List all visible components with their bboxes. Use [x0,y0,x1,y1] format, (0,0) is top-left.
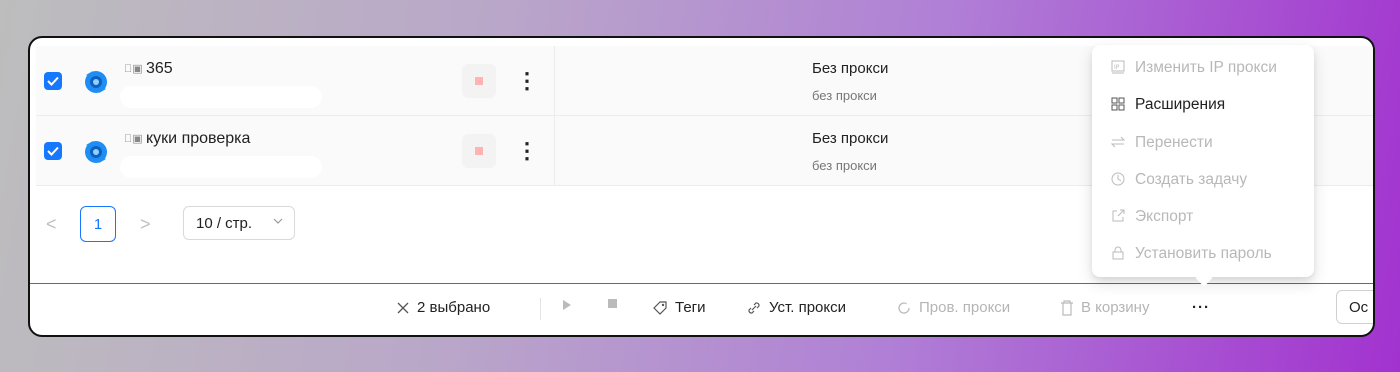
check-proxy-label: Пров. прокси [919,299,1011,316]
profile-note-field [120,86,322,108]
more-vertical-icon[interactable]: ⋮ [516,136,538,166]
menu-item-create-task[interactable]: Создать задачу [1110,171,1247,189]
profile-note-field [120,156,322,178]
profile-name: куки проверка [146,130,251,147]
stop-button[interactable] [462,134,496,168]
column-divider [554,46,555,115]
clear-selection-button[interactable]: 2 выбрано [396,299,490,316]
apple-icon: ▣ [124,63,143,75]
trash-button[interactable]: В корзину [1060,299,1149,316]
proxy-subtitle: без прокси [812,158,877,173]
ip-icon: IP [1110,60,1126,77]
selected-count: 2 выбрано [417,299,491,316]
close-icon [397,302,409,313]
proxy-title: Без прокси [812,130,889,147]
trash-label: В корзину [1081,299,1150,316]
toolbar-separator [540,298,541,320]
chevron-down-icon [273,218,283,224]
more-horizontal-icon[interactable]: ··· [1192,299,1210,316]
stop-all-button[interactable] [608,299,617,308]
stop-icon [608,299,617,308]
browser-icon [82,68,110,96]
proxy-title: Без прокси [812,60,889,77]
profile-name: 365 [146,60,173,77]
check-proxy-button[interactable]: Пров. прокси [896,299,1010,316]
page-size-select[interactable]: 10 / стр. [183,206,295,240]
grid-icon [1110,97,1126,114]
svg-text:IP: IP [1114,64,1120,71]
stop-icon [475,147,483,155]
menu-item-change-ip[interactable]: IP Изменить IP прокси [1110,59,1277,77]
browser-icon [82,138,110,166]
menu-item-transfer[interactable]: Перенести [1110,134,1213,152]
link-icon [748,301,760,314]
set-proxy-label: Уст. прокси [769,299,846,316]
next-page-button[interactable]: > [140,214,151,235]
proxy-subtitle: без прокси [812,88,877,103]
start-button[interactable] [562,299,572,311]
clock-icon [1110,172,1126,189]
menu-item-label: Экспорт [1135,208,1194,225]
row-checkbox[interactable] [44,142,62,160]
menu-item-label: Расширения [1135,96,1226,113]
prev-page-button[interactable]: < [46,214,57,235]
stop-button[interactable] [462,64,496,98]
tags-label: Теги [675,299,706,316]
set-proxy-button[interactable]: Уст. прокси [746,299,846,316]
menu-item-set-password[interactable]: Установить пароль [1110,245,1272,263]
tag-icon [653,300,667,315]
refresh-icon [898,301,910,314]
menu-item-label: Перенести [1135,134,1213,151]
column-divider [554,116,555,185]
trash-icon [1061,299,1073,316]
more-actions-menu: IP Изменить IP прокси Расширения Перенес… [1092,45,1314,277]
bulk-action-toolbar: 2 выбрано Теги Уст. прокси Пров. прокси … [30,284,1373,335]
tags-button[interactable]: Теги [652,299,706,316]
more-vertical-icon[interactable]: ⋮ [516,66,538,96]
lock-icon [1110,246,1126,263]
menu-item-label: Создать задачу [1135,171,1248,188]
extra-button[interactable]: Ос [1336,290,1373,324]
page-1-button[interactable]: 1 [80,206,116,242]
menu-item-label: Изменить IP прокси [1135,59,1277,76]
stop-icon [475,77,483,85]
transfer-icon [1110,135,1126,152]
menu-item-export[interactable]: Экспорт [1110,208,1193,226]
play-icon [563,300,571,310]
menu-item-extensions[interactable]: Расширения [1110,96,1225,114]
menu-item-label: Установить пароль [1135,245,1272,262]
page-size-value: 10 / стр. [196,214,253,232]
apple-icon: ▣ [124,133,143,145]
check-icon [47,146,59,156]
row-checkbox[interactable] [44,72,62,90]
export-icon [1110,209,1126,226]
check-icon [47,76,59,86]
